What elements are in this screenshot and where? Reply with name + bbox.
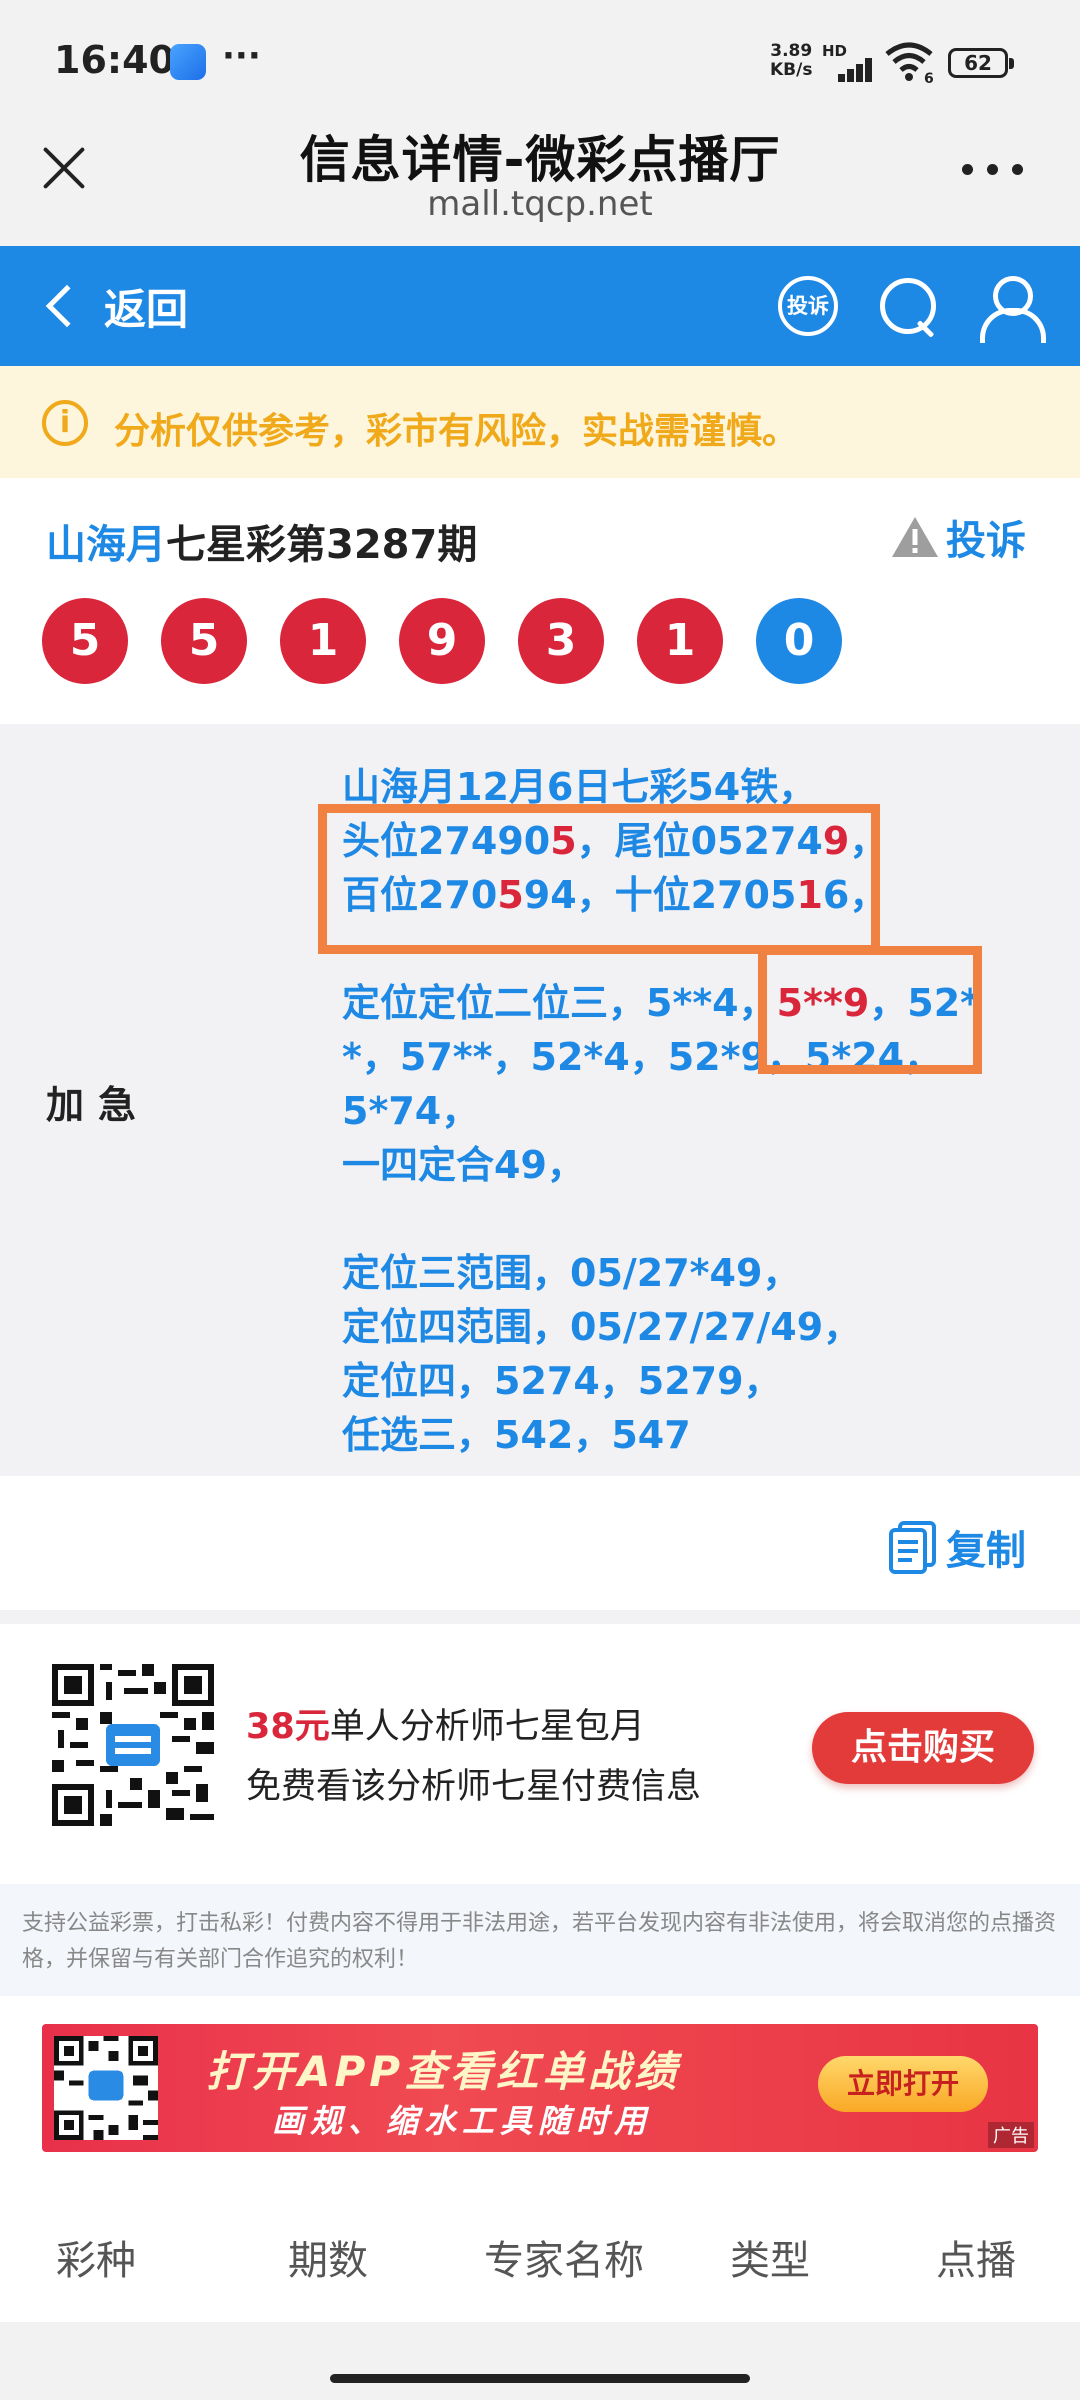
warning-icon	[890, 515, 940, 559]
ad-tag: 广告	[988, 2122, 1034, 2148]
prediction-line: *，57**，52*4，52*9，5*24，5*74，	[342, 1035, 943, 1133]
prediction-content: 加急 山海月12月6日七彩54铁， 头位274905，尾位052749， 百位2…	[0, 724, 1080, 1476]
open-app-button[interactable]: 立即打开	[818, 2056, 988, 2112]
copy-row: 复制	[0, 1476, 1080, 1610]
number-ball: 9	[399, 598, 485, 684]
column-header-issue: 期数	[288, 2238, 368, 2284]
prediction-line: 山海月12月6日七彩54铁，	[342, 765, 817, 809]
prediction-line: 头位274905，尾位052749，	[342, 819, 888, 863]
bottom-bar	[0, 2322, 1080, 2400]
home-indicator[interactable]	[330, 2374, 750, 2383]
chevron-left-icon	[45, 284, 89, 328]
number-ball: 5	[161, 598, 247, 684]
wifi-icon: 6	[884, 40, 934, 87]
lottery-header: 山海月七星彩第3287期 投诉 5 5 1 9 3 1 0	[0, 478, 1080, 724]
back-button[interactable]: 返回	[40, 276, 188, 336]
buy-button[interactable]: 点击购买	[812, 1712, 1034, 1784]
network-speed: 3.89 KB/s	[770, 42, 812, 80]
info-icon: i	[42, 400, 88, 446]
copy-button[interactable]: 复制	[888, 1518, 1026, 1576]
network-speed-unit: KB/s	[770, 60, 813, 80]
analyst-name[interactable]: 山海月	[46, 522, 166, 568]
number-ball-blue: 0	[756, 598, 842, 684]
ad-qr-code	[54, 2036, 158, 2140]
top-nav: 返回 投诉	[0, 246, 1080, 366]
ad-banner[interactable]: 打开APP查看红单战绩 画规、缩水工具随时用 立即打开 广告	[42, 2024, 1038, 2152]
complaint-button[interactable]: 投诉	[890, 508, 1026, 566]
notice-text: 分析仅供参考，彩市有风险，实战需谨慎。	[114, 411, 799, 452]
winning-numbers: 5 5 1 9 3 1 0	[42, 598, 875, 684]
copy-icon	[888, 1520, 938, 1574]
more-options-icon[interactable]	[958, 160, 1028, 180]
column-header-type: 类型	[730, 2238, 810, 2284]
qr-code	[52, 1664, 214, 1826]
search-icon[interactable]	[878, 276, 938, 336]
number-ball: 3	[518, 598, 604, 684]
prediction-line: 定位四，5274，5279，	[342, 1359, 782, 1403]
status-bar: 16:40 ··· 3.89 KB/s HD 6 62	[0, 0, 1080, 120]
prediction-line: 一四定合49，	[342, 1143, 585, 1187]
ad-subtitle: 画规、缩水工具随时用	[272, 2102, 653, 2140]
subscription-title: 38元单人分析师七星包月	[246, 1707, 645, 1747]
wifi-label: 6	[924, 71, 934, 84]
risk-notice: i 分析仅供参考，彩市有风险，实战需谨慎。	[0, 366, 1080, 478]
prediction-line: 定位四范围，05/27/27/49，	[342, 1305, 862, 1349]
app-notification-icon	[170, 44, 206, 80]
close-icon[interactable]	[38, 142, 90, 194]
status-time: 16:40	[54, 38, 175, 82]
subscription-price: 38元	[246, 1707, 330, 1747]
disclaimer: 支持公益彩票，打击私彩！付费内容不得用于非法用途，若平台发现内容有非法使用，将会…	[0, 1884, 1080, 1996]
issue-title: 七星彩第3287期	[166, 522, 478, 568]
user-icon[interactable]	[978, 274, 1046, 343]
number-ball: 1	[637, 598, 723, 684]
urgent-label: 加急	[46, 1083, 151, 1127]
section-divider	[0, 1610, 1080, 1624]
subscription-subtitle: 免费看该分析师七星付费信息	[246, 1767, 702, 1807]
battery-icon: 62	[948, 48, 1014, 78]
lottery-title: 山海月七星彩第3287期	[46, 512, 477, 570]
page-title: 信息详情-微彩点播厅	[299, 131, 781, 189]
column-header-expert: 专家名称	[484, 2238, 644, 2284]
complaint-label: 投诉	[946, 518, 1026, 564]
subscription-card: 38元单人分析师七星包月 免费看该分析师七星付费信息 点击购买	[0, 1624, 1080, 1884]
more-notifications-icon: ···	[222, 36, 261, 76]
column-header-play: 点播	[936, 2238, 1016, 2284]
ad-title: 打开APP查看红单战绩	[206, 2047, 681, 2096]
network-speed-value: 3.89	[770, 41, 813, 61]
prediction-line: 定位定位二位三，5**4，5**9，52*	[342, 981, 981, 1025]
table-header: 彩种 期数 专家名称 类型 点播	[0, 2182, 1080, 2322]
page-url: mall.tqcp.net	[427, 184, 653, 224]
prediction-line: 任选三，542，547	[342, 1413, 691, 1457]
number-ball: 1	[280, 598, 366, 684]
browser-title-bar: 信息详情-微彩点播厅 mall.tqcp.net	[0, 120, 1080, 246]
column-header-lottery-type: 彩种	[56, 2238, 136, 2284]
prediction-line: 百位270594，十位270516，	[342, 873, 888, 917]
complaint-icon[interactable]: 投诉	[778, 276, 838, 336]
prediction-text: 山海月12月6日七彩54铁， 头位274905，尾位052749， 百位2705…	[342, 760, 1042, 1462]
back-label: 返回	[104, 284, 189, 334]
number-ball: 5	[42, 598, 128, 684]
copy-label: 复制	[946, 1528, 1026, 1574]
prediction-line: 定位三范围，05/27*49，	[342, 1251, 801, 1295]
signal-icon	[822, 58, 872, 82]
